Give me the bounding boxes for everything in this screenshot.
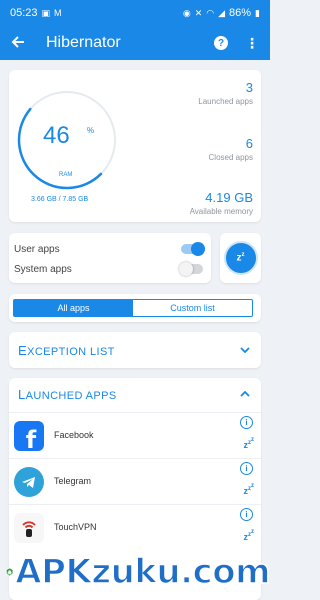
app-bar: Hibernator ? ⋮ bbox=[0, 26, 270, 60]
watermark: APKzuku.com bbox=[0, 544, 272, 600]
list-item[interactable]: Telegram i zzz bbox=[9, 458, 261, 504]
ram-usage: 3.66 GB / 7.85 GB bbox=[31, 196, 89, 203]
launched-apps-stat: 3 Launched apps bbox=[198, 80, 253, 106]
closed-apps-stat: 6 Closed apps bbox=[209, 136, 253, 162]
hibernate-app-icon[interactable]: zzz bbox=[244, 483, 255, 496]
battery-text: 86% bbox=[229, 7, 252, 19]
hibernate-app-icon[interactable]: zzz bbox=[244, 529, 255, 542]
mute-icon: ✕ bbox=[194, 7, 203, 18]
toggle-knob bbox=[179, 262, 193, 276]
closed-apps-label: Closed apps bbox=[208, 153, 253, 162]
telegram-icon bbox=[14, 467, 44, 497]
launched-apps-header[interactable]: LAUNCHED APPS bbox=[9, 378, 261, 410]
chevron-up-icon[interactable] bbox=[239, 388, 251, 400]
toggle-knob bbox=[191, 242, 205, 256]
battery-icon: ▮ bbox=[255, 7, 260, 18]
app-name: TouchVPN bbox=[54, 522, 97, 532]
available-memory-value: 4.19 GB bbox=[205, 190, 253, 205]
zzz-icon: zz bbox=[236, 252, 245, 264]
android-robot-icon bbox=[6, 567, 13, 577]
user-apps-row: User apps bbox=[14, 239, 205, 259]
status-time: 05:23 bbox=[10, 7, 38, 19]
app-filter-card: User apps System apps bbox=[9, 233, 211, 283]
mail-notification-icon: M bbox=[54, 7, 62, 18]
closed-apps-count: 6 bbox=[245, 136, 253, 151]
gallery-notification-icon: ▣ bbox=[41, 7, 51, 18]
info-icon[interactable]: i bbox=[240, 462, 253, 475]
app-name: Telegram bbox=[54, 476, 92, 486]
available-memory-stat: 4.19 GB Available memory bbox=[190, 190, 253, 216]
tab-all-apps[interactable]: All apps bbox=[14, 300, 133, 316]
hibernate-app-icon[interactable]: zzz bbox=[244, 437, 255, 450]
info-icon[interactable]: i bbox=[240, 508, 253, 521]
chevron-down-icon[interactable] bbox=[239, 344, 251, 356]
hibernate-card: zz bbox=[220, 233, 261, 283]
user-apps-toggle[interactable] bbox=[181, 242, 205, 256]
wifi-icon: ◠ bbox=[206, 7, 215, 18]
alarm-icon: ◉ bbox=[182, 7, 191, 18]
exception-list-section[interactable]: EXCEPTION LIST bbox=[9, 332, 261, 368]
launched-apps-count: 3 bbox=[245, 80, 253, 95]
user-apps-label: User apps bbox=[14, 243, 60, 255]
back-arrow-icon[interactable] bbox=[0, 33, 36, 54]
ram-label: RAM bbox=[59, 172, 73, 178]
hibernate-button[interactable]: zz bbox=[223, 241, 258, 275]
list-item[interactable]: f Facebook i zzz bbox=[9, 412, 261, 458]
signal-icon: ◢ bbox=[218, 7, 226, 18]
system-apps-label: System apps bbox=[14, 263, 72, 275]
app-name: Facebook bbox=[54, 430, 94, 440]
ram-percent: 46 bbox=[43, 122, 70, 149]
system-apps-row: System apps bbox=[14, 259, 203, 279]
touchvpn-icon bbox=[14, 513, 44, 543]
segmented-control: All apps Custom list bbox=[13, 299, 253, 317]
info-icon[interactable]: i bbox=[240, 416, 253, 429]
page-title: Hibernator bbox=[46, 34, 121, 51]
more-menu-icon[interactable]: ⋮ bbox=[244, 35, 260, 52]
launched-apps-label: Launched apps bbox=[198, 97, 253, 106]
memory-card: 46 % RAM 3.66 GB / 7.85 GB 3 Launched ap… bbox=[9, 70, 261, 222]
help-icon[interactable]: ? bbox=[214, 36, 228, 50]
watermark-text: APKzuku.com bbox=[15, 551, 272, 593]
ram-percent-unit: % bbox=[87, 126, 95, 135]
facebook-icon: f bbox=[14, 421, 44, 451]
tab-bar: All apps Custom list bbox=[9, 294, 261, 322]
status-bar: 05:23 ▣ M ◉ ✕ ◠ ◢ 86% ▮ bbox=[0, 0, 270, 26]
launched-apps-title: LAUNCHED APPS bbox=[18, 386, 117, 402]
system-apps-toggle[interactable] bbox=[179, 262, 203, 276]
tab-custom-list[interactable]: Custom list bbox=[133, 300, 252, 316]
exception-list-title: EXCEPTION LIST bbox=[18, 342, 115, 358]
available-memory-label: Available memory bbox=[189, 207, 253, 216]
